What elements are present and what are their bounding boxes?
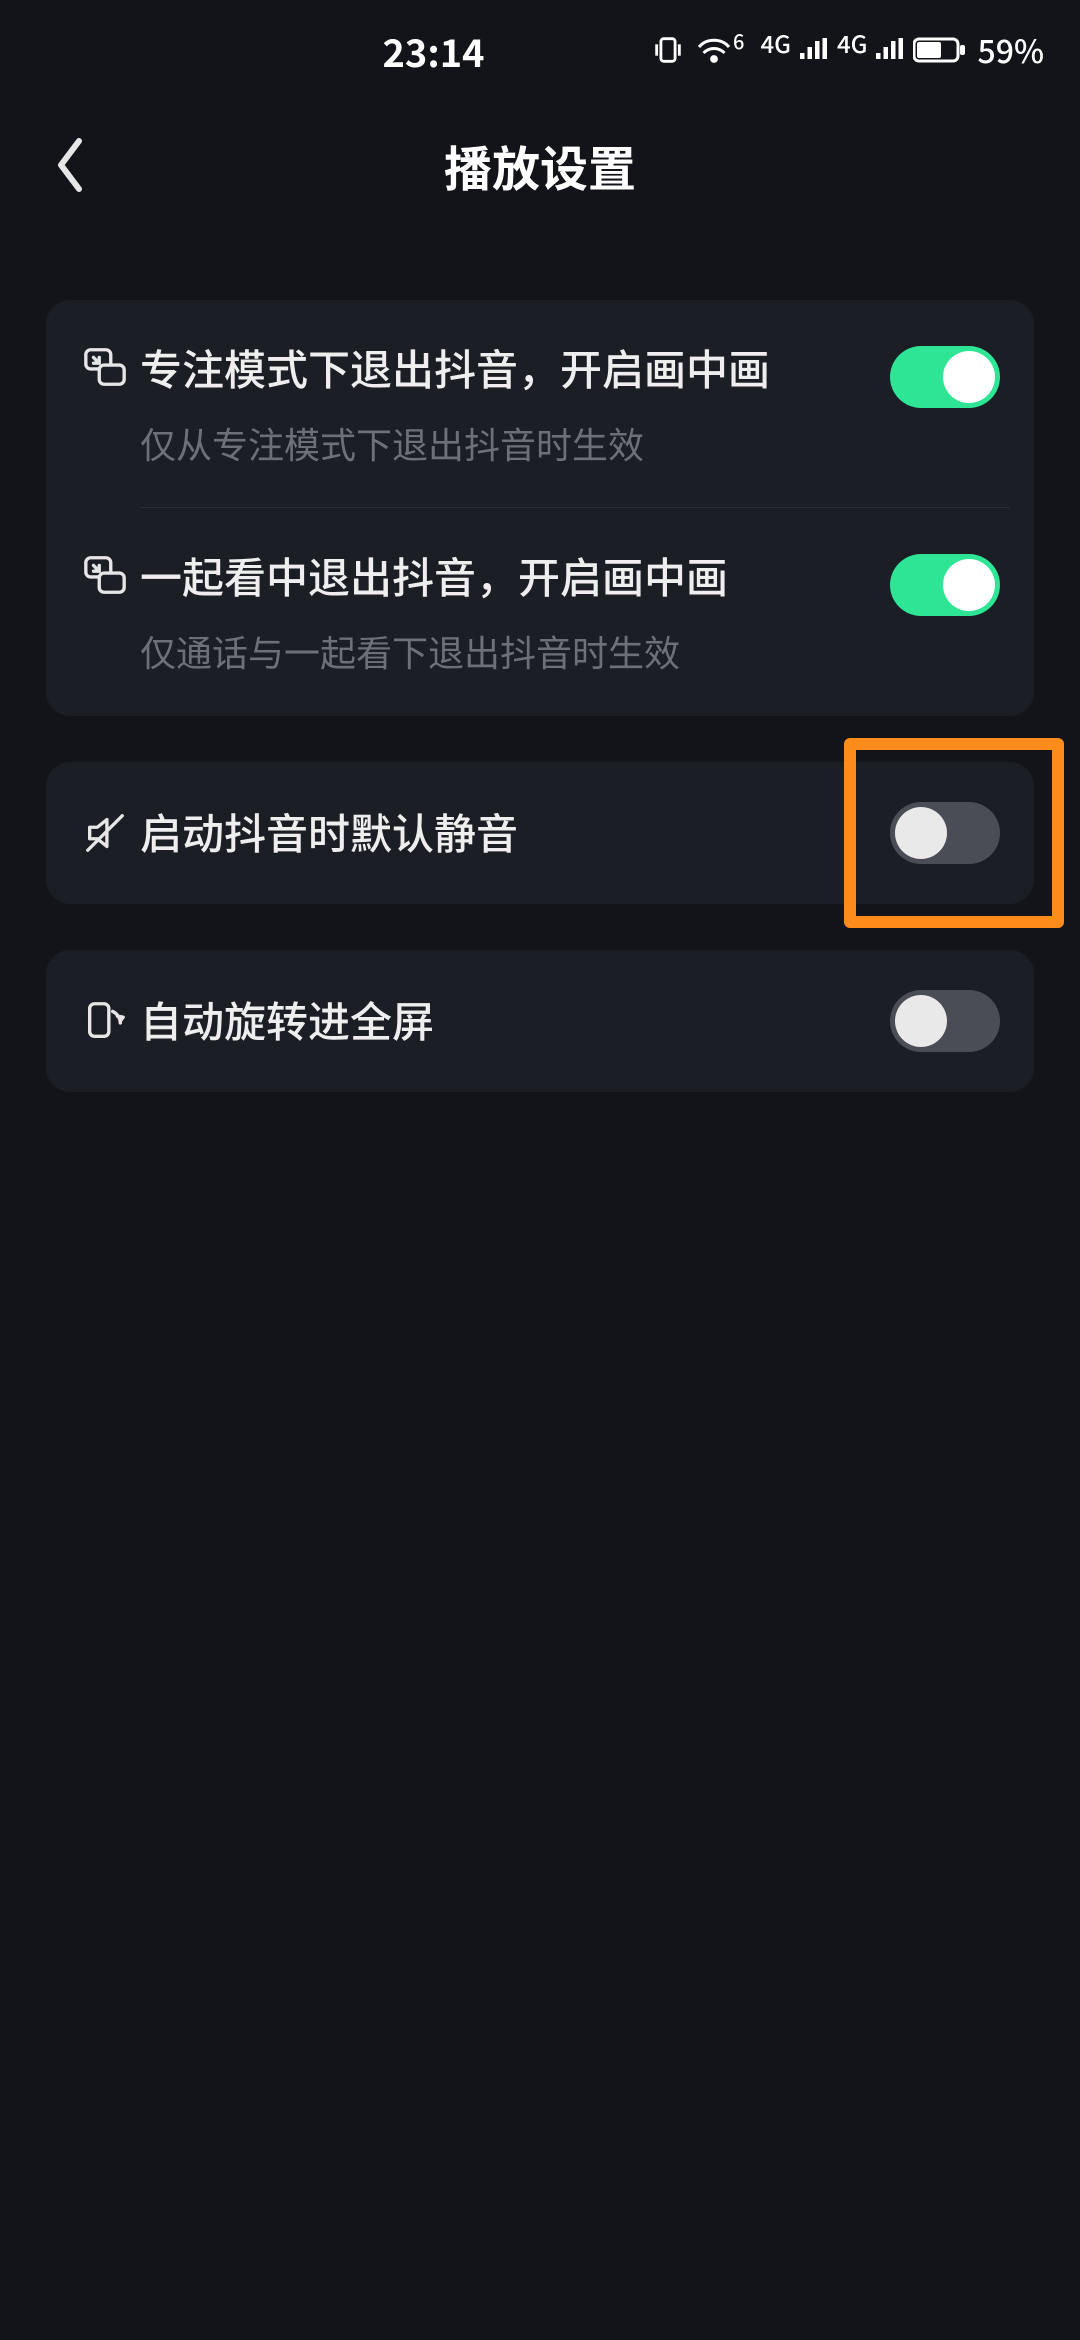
toggle-default-mute[interactable] xyxy=(890,802,1000,864)
content: 专注模式下退出抖音，开启画中画 仅从专注模式下退出抖音时生效 一起看中退出抖音，… xyxy=(0,230,1080,1092)
setting-row-body: 自动旋转进全屏 xyxy=(140,992,890,1049)
pip-icon xyxy=(70,340,140,390)
setting-row-body: 专注模式下退出抖音，开启画中画 仅从专注模式下退出抖音时生效 xyxy=(140,340,890,467)
wifi-icon: 6 xyxy=(695,35,750,65)
toggle-knob xyxy=(895,995,947,1047)
settings-group-pip: 专注模式下退出抖音，开启画中画 仅从专注模式下退出抖音时生效 一起看中退出抖音，… xyxy=(46,300,1034,716)
toggle-pip-focus[interactable] xyxy=(890,346,1000,408)
title-bar: 播放设置 xyxy=(0,100,1080,230)
battery-icon xyxy=(913,36,967,64)
setting-subtitle: 仅从专注模式下退出抖音时生效 xyxy=(140,419,870,468)
rotate-icon xyxy=(70,998,140,1044)
toggle-knob xyxy=(895,807,947,859)
back-button[interactable] xyxy=(40,135,100,195)
chevron-left-icon xyxy=(51,135,89,195)
settings-group-rotate: 自动旋转进全屏 xyxy=(46,950,1034,1092)
setting-title: 专注模式下退出抖音，开启画中画 xyxy=(140,340,870,397)
vibrate-icon xyxy=(651,33,685,67)
setting-title: 自动旋转进全屏 xyxy=(140,992,870,1049)
setting-title: 启动抖音时默认静音 xyxy=(140,804,870,861)
battery-percent: 59% xyxy=(977,27,1044,73)
toggle-knob xyxy=(943,559,995,611)
signal-1-icon: 4G xyxy=(760,33,827,68)
toggle-knob xyxy=(943,351,995,403)
wifi-gen-label: 6 xyxy=(733,26,744,55)
status-bar: 23:14 6 4G 4G xyxy=(0,0,1080,100)
toggle-auto-rotate[interactable] xyxy=(890,990,1000,1052)
setting-row-auto-rotate[interactable]: 自动旋转进全屏 xyxy=(46,950,1034,1092)
mute-icon xyxy=(70,810,140,856)
setting-subtitle: 仅通话与一起看下退出抖音时生效 xyxy=(140,627,870,676)
status-time-wrap: 23:14 xyxy=(216,23,651,78)
setting-row-pip-focus[interactable]: 专注模式下退出抖音，开启画中画 仅从专注模式下退出抖音时生效 xyxy=(46,300,1034,507)
status-time: 23:14 xyxy=(383,23,485,78)
signal-1-label: 4G xyxy=(760,25,791,60)
setting-row-body: 启动抖音时默认静音 xyxy=(140,804,890,861)
setting-row-body: 一起看中退出抖音，开启画中画 仅通话与一起看下退出抖音时生效 xyxy=(140,548,890,675)
status-right: 6 4G 4G 59% xyxy=(651,27,1044,73)
setting-row-default-mute[interactable]: 启动抖音时默认静音 xyxy=(46,762,1034,904)
page-title: 播放设置 xyxy=(0,130,1080,200)
setting-row-pip-watch-together[interactable]: 一起看中退出抖音，开启画中画 仅通话与一起看下退出抖音时生效 xyxy=(46,508,1034,715)
toggle-pip-watch-together[interactable] xyxy=(890,554,1000,616)
signal-2-label: 4G xyxy=(837,25,868,60)
setting-title: 一起看中退出抖音，开启画中画 xyxy=(140,548,870,605)
settings-group-mute: 启动抖音时默认静音 xyxy=(46,762,1034,904)
signal-2-icon: 4G xyxy=(837,33,904,68)
pip-icon xyxy=(70,548,140,598)
